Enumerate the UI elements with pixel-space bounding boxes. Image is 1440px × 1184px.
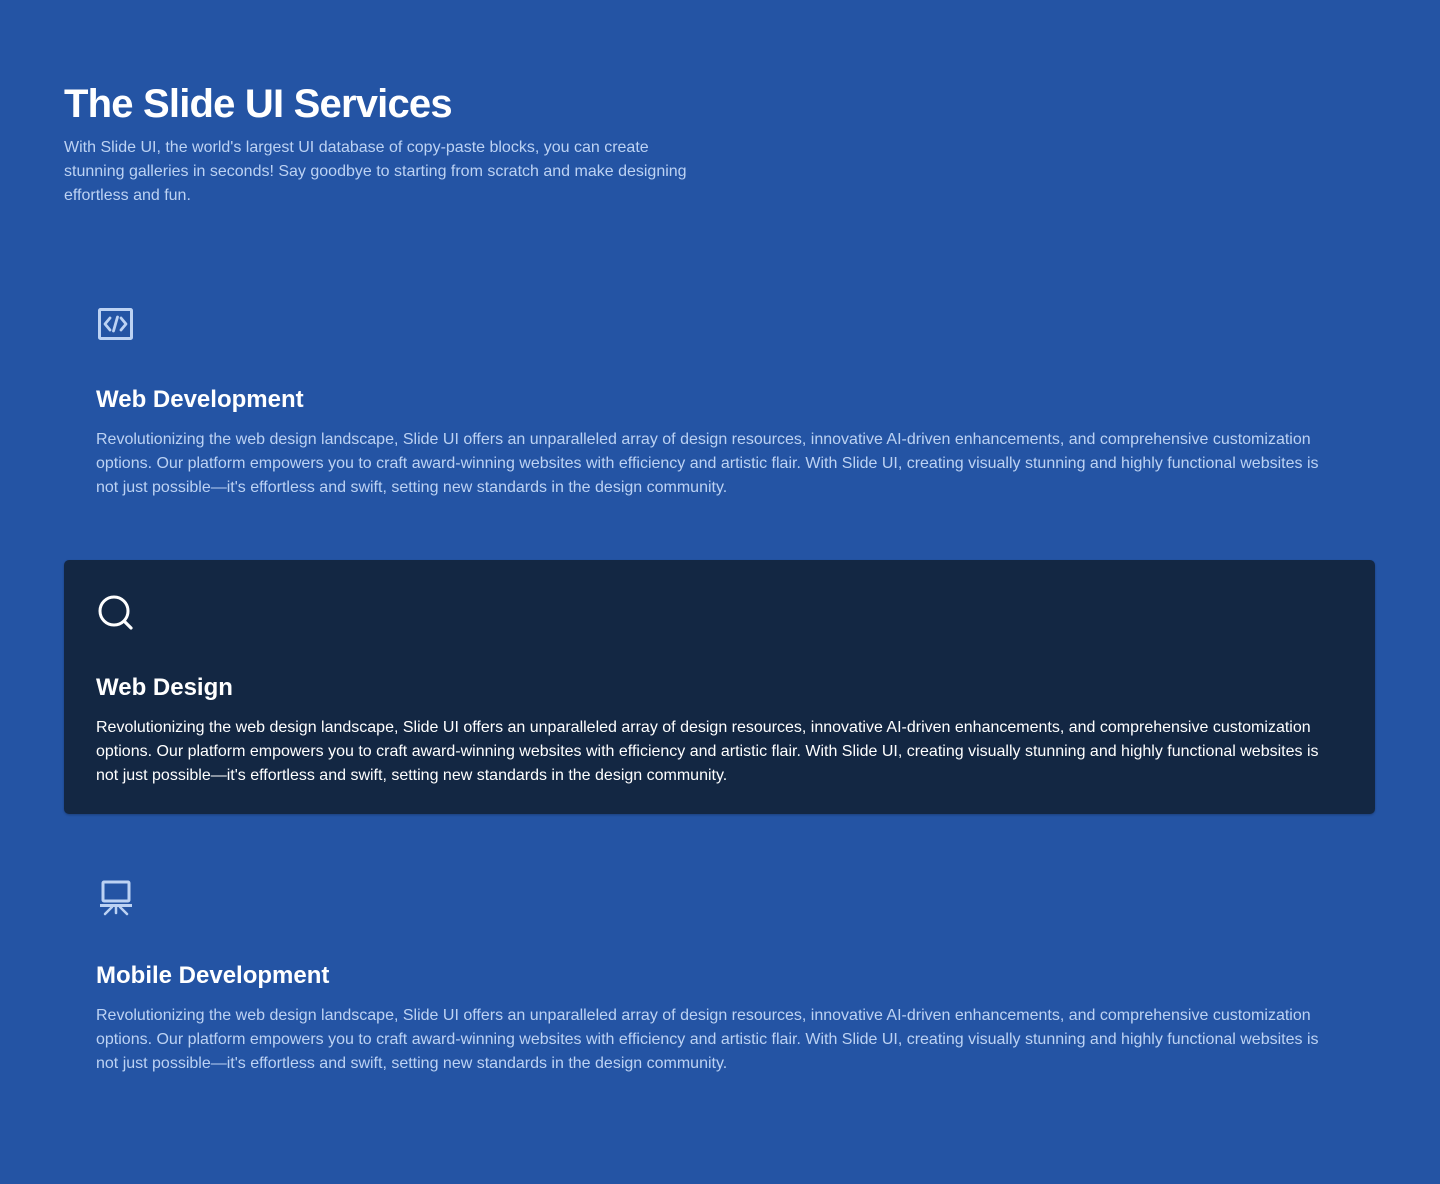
service-title: Web Design (96, 674, 233, 701)
service-card-web-design[interactable]: Web Design Revolutionizing the web desig… (64, 560, 1375, 814)
services-list: Web Development Revolutionizing the web … (64, 272, 1376, 1102)
search-icon (98, 595, 133, 630)
code-icon (98, 308, 133, 340)
service-title: Web Development (96, 386, 304, 413)
services-page: The Slide UI Services With Slide UI, the… (0, 0, 1440, 1184)
page-description: With Slide UI, the world's largest UI da… (64, 139, 687, 204)
service-description: Revolutionizing the web design landscape… (96, 431, 1319, 496)
service-title: Mobile Development (96, 962, 330, 989)
services-header: The Slide UI Services With Slide UI, the… (64, 80, 1376, 208)
service-description: Revolutionizing the web design landscape… (96, 1007, 1319, 1072)
page-title: The Slide UI Services (64, 82, 453, 126)
service-description: Revolutionizing the web design landscape… (96, 719, 1319, 784)
service-card-mobile-development[interactable]: Mobile Development Revolutionizing the w… (64, 848, 1375, 1102)
presentation-icon (100, 880, 132, 916)
service-card-web-development[interactable]: Web Development Revolutionizing the web … (64, 272, 1375, 526)
